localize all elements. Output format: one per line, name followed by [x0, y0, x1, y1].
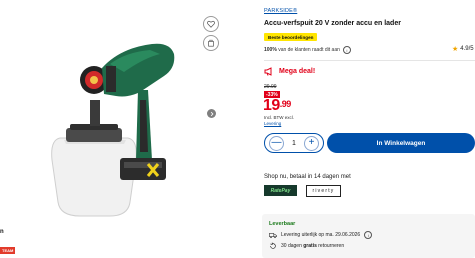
returns-suffix: retourneren [318, 243, 345, 249]
recommendation: 100% van de klanten raadt dit aan i [264, 46, 351, 54]
current-price: 19.99 [263, 97, 291, 115]
rating-value: 4.9/5 [460, 46, 474, 52]
megaphone-icon [264, 67, 272, 76]
price-main: 19 [263, 97, 280, 114]
returns-bold: gratis [303, 243, 317, 249]
delivery-title: Leverbaar [269, 221, 296, 227]
recommend-text: van de klanten raadt dit aan [278, 47, 340, 53]
deal-text: Mega deal! [279, 67, 316, 75]
favorite-button[interactable] [203, 16, 219, 32]
payment-text: Shop nu, betaal in 14 dagen met [264, 174, 351, 180]
price-cents: .99 [279, 99, 292, 109]
old-price: 29.99 [264, 84, 277, 90]
team-badge: TEAM [0, 247, 16, 254]
delivery-date-row: Levering uiterlijk op ma. 29.06.2026 i [269, 231, 373, 239]
add-to-cart-button[interactable]: In Winkelwagen [327, 133, 475, 153]
decrease-button[interactable]: — [269, 135, 284, 151]
product-gallery: n TEAM [0, 0, 255, 258]
best-reviews-badge: Beste beoordelingen [264, 33, 318, 41]
info-icon[interactable]: i [342, 46, 351, 54]
riverty-logo: riverty [306, 185, 341, 197]
delivery-date-text: Levering uiterlijk op ma. 29.06.2026 [281, 232, 361, 238]
returns-row: 30 dagen gratis retourneren [269, 242, 344, 250]
side-text: n [0, 229, 4, 235]
divider [264, 60, 475, 61]
product-title: Accu-verfspuit 20 V zonder accu en lader [264, 20, 401, 27]
truck-icon [269, 233, 277, 239]
deal-label: Mega deal! [264, 66, 315, 76]
next-image-button[interactable] [207, 109, 216, 118]
returns-prefix: 30 dagen [281, 243, 302, 249]
delivery-link[interactable]: Levering [264, 121, 281, 126]
quantity-stepper: — 1 + [264, 133, 324, 153]
compare-icon [208, 39, 214, 47]
compare-button[interactable] [203, 35, 219, 51]
recommend-pct: 100% [264, 47, 277, 53]
return-icon [270, 242, 276, 249]
chevron-right-icon [210, 111, 213, 116]
vat-info: Incl. BTW excl. Levering [264, 115, 294, 126]
ratepay-logo: RatePay [264, 185, 297, 196]
info-icon[interactable]: i [364, 231, 373, 239]
increase-button[interactable]: + [304, 135, 319, 151]
rating[interactable]: ★ 4.9/5 [452, 45, 474, 53]
brand-link[interactable]: PARKSIDE® [264, 8, 297, 14]
delivery-box: Leverbaar Levering uiterlijk op ma. 29.0… [262, 214, 475, 258]
heart-icon [207, 20, 215, 28]
product-image[interactable] [40, 20, 180, 220]
star-icon: ★ [452, 46, 459, 53]
quantity-value[interactable]: 1 [292, 140, 296, 147]
